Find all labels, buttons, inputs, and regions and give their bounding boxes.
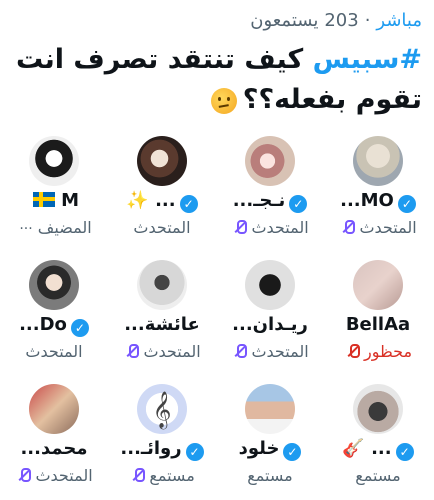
separator-dot: ·	[364, 9, 371, 31]
participant-card[interactable]: ✓نـجـ... المتحدث	[216, 130, 324, 248]
avatar[interactable]	[245, 136, 295, 186]
mic-off-icon	[126, 343, 140, 359]
participant-card[interactable]: M المضيف ···	[0, 130, 108, 248]
avatar[interactable]	[353, 260, 403, 310]
mic-off-icon	[347, 343, 360, 359]
participant-card[interactable]: ✓... 🎸 مستمع	[324, 378, 432, 496]
verified-badge-icon: ✓	[70, 319, 89, 337]
participant-role: المضيف ···	[19, 218, 92, 237]
listener-label: يستمعون	[250, 9, 319, 31]
participant-name: BellAa	[345, 314, 411, 335]
verified-badge-icon: ✓	[395, 443, 414, 461]
participant-card[interactable]: ✓Do... المتحدث	[0, 254, 108, 372]
avatar[interactable]	[137, 260, 187, 310]
participant-role: المتحدث	[216, 342, 324, 361]
mic-off-icon	[342, 219, 356, 235]
space-title: #سبيس كيف تنتقد تصرف انت تقوم بفعله؟؟	[12, 40, 422, 120]
participant-role-banned: محظور	[324, 342, 432, 361]
participant-name: ✓نـجـ...	[216, 190, 324, 213]
more-icon[interactable]: ···	[19, 221, 32, 237]
participant-name: ✓خلود	[216, 438, 324, 461]
participant-role: مستمع	[247, 466, 293, 485]
guitar-icon: 🎸	[342, 438, 365, 459]
hashtag-link[interactable]: #سبيس	[313, 44, 422, 75]
verified-badge-icon: ✓	[179, 195, 198, 213]
participant-name: ✓... 🎸	[324, 438, 432, 461]
participant-role: المتحدث	[133, 218, 191, 237]
participant-role: المتحدث	[0, 466, 108, 485]
verified-badge-icon: ✓	[397, 195, 416, 213]
participant-card[interactable]: ✓خلود مستمع	[216, 378, 324, 496]
participant-card[interactable]: ريـدان... المتحدث	[216, 254, 324, 372]
participant-role: مستمع	[355, 466, 401, 485]
verified-badge-icon: ✓	[185, 443, 204, 461]
participant-card[interactable]: ✓MO... المتحدث	[324, 130, 432, 248]
mic-off-icon	[132, 467, 146, 483]
sweden-flag-icon	[32, 192, 55, 207]
avatar[interactable]	[353, 136, 403, 186]
title-line-2: تقوم بفعله؟؟	[242, 84, 422, 115]
participant-card[interactable]: ✓... ✨ المتحدث	[108, 130, 216, 248]
live-label: مباشر	[376, 9, 422, 31]
participant-role: المتحدث	[324, 218, 432, 237]
treble-clef-icon: 𝄞	[152, 389, 172, 428]
mic-off-icon	[18, 467, 32, 483]
participants-row: M المضيف ··· ✓... ✨ المتحدث ✓نـجـ... الم…	[0, 130, 434, 248]
avatar[interactable]	[353, 384, 403, 434]
participant-name: ✓روائـ...	[108, 438, 216, 461]
avatar[interactable]	[137, 136, 187, 186]
listener-count: 203	[324, 9, 359, 31]
avatar[interactable]	[29, 260, 79, 310]
sparkles-icon: ✨	[126, 190, 149, 211]
participant-role: المتحدث	[216, 218, 324, 237]
participant-name: ✓MO...	[324, 190, 432, 213]
participant-role: المتحدث	[25, 342, 83, 361]
mic-off-icon	[234, 219, 248, 235]
title-line-1: كيف تنتقد تصرف انت	[16, 44, 313, 75]
thinking-face-icon	[210, 87, 237, 114]
participant-role: المتحدث	[108, 342, 216, 361]
avatar[interactable]	[245, 384, 295, 434]
participants-row: ✓Do... المتحدث عائشة... المتحدث ريـدان..…	[0, 254, 434, 372]
participant-card[interactable]: 𝄞 ✓روائـ... مستمع	[108, 378, 216, 496]
mic-off-icon	[234, 343, 248, 359]
avatar[interactable]: 𝄞	[137, 384, 187, 434]
avatar[interactable]	[29, 384, 79, 434]
verified-badge-icon: ✓	[283, 443, 302, 461]
participant-name: محمد...	[20, 438, 88, 459]
space-status-bar: مباشر · 203 يستمعون	[250, 8, 422, 32]
participant-name: M	[0, 190, 108, 211]
participant-name: عائشة...	[124, 314, 200, 335]
participant-name: ريـدان...	[232, 314, 308, 335]
avatar[interactable]	[29, 136, 79, 186]
participant-role: مستمع	[108, 466, 216, 485]
avatar[interactable]	[245, 260, 295, 310]
participant-name: ✓... ✨	[108, 190, 216, 213]
participant-card[interactable]: عائشة... المتحدث	[108, 254, 216, 372]
participant-card[interactable]: محمد... المتحدث	[0, 378, 108, 496]
participant-name: ✓Do...	[0, 314, 108, 337]
participants-row: محمد... المتحدث 𝄞 ✓روائـ... مستمع ✓خلود …	[0, 378, 434, 496]
participant-card[interactable]: BellAa محظور	[324, 254, 432, 372]
verified-badge-icon: ✓	[289, 195, 308, 213]
